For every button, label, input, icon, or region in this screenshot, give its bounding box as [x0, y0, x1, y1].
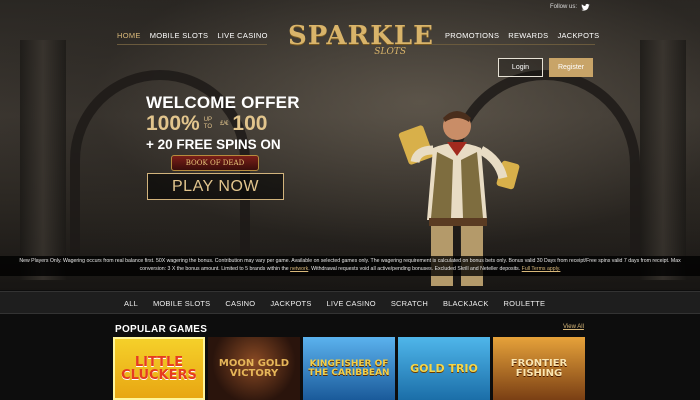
- game-tile-moon-gold[interactable]: MOON GOLD VICTORY: [208, 337, 300, 400]
- view-all-link[interactable]: View All: [563, 324, 584, 330]
- nav-right: PROMOTIONS REWARDS JACKPOTS: [445, 31, 599, 40]
- play-now-button[interactable]: PLAY NOW: [147, 173, 284, 200]
- nav-left: HOME MOBILE SLOTS LIVE CASINO: [117, 31, 268, 40]
- nav-item-mobile-slots[interactable]: MOBILE SLOTS: [150, 31, 209, 40]
- popular-games-heading: POPULAR GAMES: [115, 324, 208, 335]
- category-blackjack[interactable]: BLACKJACK: [443, 299, 489, 308]
- game-category-nav: ALL MOBILE SLOTS CASINO JACKPOTS LIVE CA…: [0, 291, 700, 314]
- offer-percent: 100%: [146, 112, 200, 135]
- game-title: GOLD TRIO: [410, 362, 478, 375]
- category-jackpots[interactable]: JACKPOTS: [270, 299, 311, 308]
- game-tile-kingfisher[interactable]: KINGFISHER OF THE CARIBBEAN: [303, 337, 395, 400]
- hero-banner: Follow us: HOME MOBILE SLOTS LIVE CASINO…: [0, 0, 700, 290]
- welcome-offer-heading: WELCOME OFFER: [146, 93, 300, 112]
- follow-us-label: Follow us:: [549, 4, 577, 10]
- logo-sub-text: SLOTS: [374, 47, 406, 57]
- terms-banner: New Players Only. Wagering occurs from r…: [0, 256, 700, 276]
- register-button[interactable]: Register: [549, 58, 593, 77]
- terms-text-2: . Withdrawal requests void all active/pe…: [308, 266, 522, 272]
- game-tile-frontier-fishing[interactable]: FRONTIER FISHING: [493, 337, 585, 400]
- game-title: MOON GOLD VICTORY: [218, 357, 290, 379]
- background-pillar: [640, 40, 686, 280]
- nav-item-promotions[interactable]: PROMOTIONS: [445, 31, 499, 40]
- offer-amount-row: 100% UP TO £/€ 100: [146, 113, 288, 135]
- book-of-dead-logo: BOOK OF DEAD: [171, 155, 259, 171]
- nav-item-jackpots[interactable]: JACKPOTS: [557, 31, 599, 40]
- offer-to-label: TO: [203, 124, 212, 130]
- nav-divider: [117, 44, 267, 45]
- offer-free-spins: + 20 FREE SPINS ON: [146, 137, 281, 152]
- offer-amount: 100: [232, 112, 268, 135]
- offer-currency: £/€: [220, 120, 229, 127]
- game-tile-little-cluckers[interactable]: LITTLE CLUCKERS: [113, 337, 205, 400]
- category-scratch[interactable]: SCRATCH: [391, 299, 428, 308]
- game-category-list: ALL MOBILE SLOTS CASINO JACKPOTS LIVE CA…: [124, 299, 545, 308]
- nav-item-live-casino[interactable]: LIVE CASINO: [217, 31, 267, 40]
- login-button[interactable]: Login: [498, 58, 543, 77]
- popular-games-row: LITTLE CLUCKERS MOON GOLD VICTORY KINGFI…: [113, 337, 585, 400]
- top-bar: Follow us:: [0, 0, 700, 16]
- category-mobile-slots[interactable]: MOBILE SLOTS: [153, 299, 210, 308]
- category-casino[interactable]: CASINO: [225, 299, 255, 308]
- logo-main-text: SPARKLE: [288, 21, 434, 51]
- nav-item-home[interactable]: HOME: [117, 31, 141, 40]
- category-live-casino[interactable]: LIVE CASINO: [327, 299, 376, 308]
- network-link[interactable]: network: [290, 266, 308, 272]
- category-roulette[interactable]: ROULETTE: [504, 299, 546, 308]
- game-title: KINGFISHER OF THE CARIBBEAN: [308, 358, 390, 378]
- game-title: FRONTIER FISHING: [510, 357, 568, 379]
- game-tile-gold-trio[interactable]: GOLD TRIO: [398, 337, 490, 400]
- category-all[interactable]: ALL: [124, 299, 138, 308]
- offer-up-label: UP: [203, 117, 213, 123]
- offer-up-to: UP TO: [204, 117, 212, 131]
- nav-divider: [420, 44, 595, 45]
- twitter-icon[interactable]: [581, 3, 590, 12]
- game-title: LITTLE CLUCKERS: [121, 354, 197, 383]
- background-pillar: [20, 40, 66, 280]
- sparkle-slots-logo[interactable]: SPARKLE SLOTS: [288, 21, 434, 65]
- full-terms-link[interactable]: Full Terms apply.: [522, 266, 561, 272]
- welcome-offer: WELCOME OFFER 100% UP TO £/€ 100 + 20 FR…: [146, 93, 300, 171]
- nav-item-rewards[interactable]: REWARDS: [508, 31, 548, 40]
